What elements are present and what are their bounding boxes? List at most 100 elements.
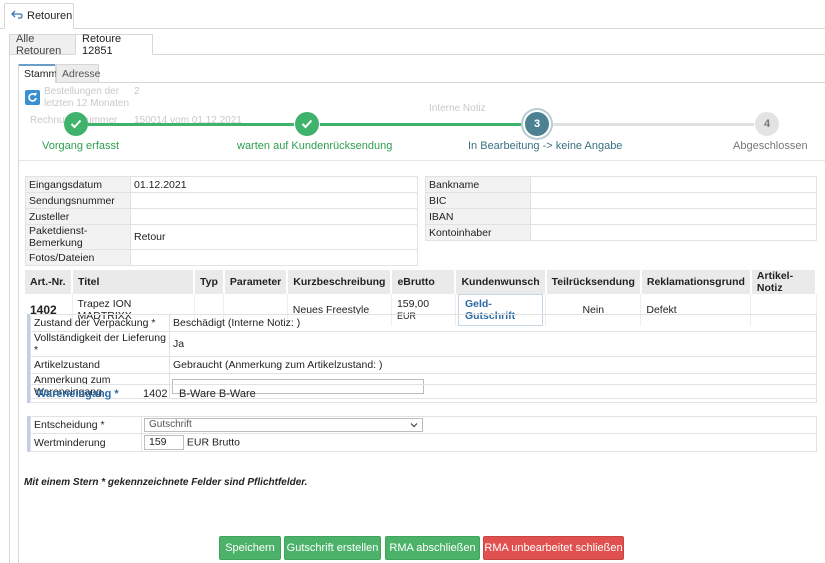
col-artikel-notiz: Artikel-Notiz: [750, 270, 818, 294]
step-2-check-icon: [295, 112, 319, 136]
info-row: BIC: [425, 192, 817, 209]
artikelzustand-label: Artikelzustand: [30, 356, 170, 374]
col-kurzbeschreibung: Kurzbeschreibung: [287, 270, 393, 294]
wertminderung-label: Wertminderung: [30, 433, 142, 452]
info-row: Bankname: [425, 176, 817, 193]
info-value: Retour: [130, 224, 418, 250]
ghost-orders-label: Bestellungen der: [44, 86, 120, 97]
refresh-icon[interactable]: [25, 90, 40, 105]
entscheidung-cell: Gutschrift: [141, 416, 817, 434]
info-label: Eingangsdatum: [25, 176, 131, 193]
lieferung-value: Ja: [169, 331, 817, 357]
info-label: Kontoinhaber: [425, 224, 531, 241]
col-art-nr: Art.-Nr.: [25, 270, 73, 294]
info-label: Fotos/Dateien: [25, 249, 131, 266]
info-row: Fotos/Dateien: [25, 249, 418, 266]
step-3-indicator: 3: [525, 112, 549, 136]
step-2-label: warten auf Kundenrücksendung: [237, 140, 393, 152]
info-value: [530, 224, 817, 241]
col-typ: Typ: [194, 270, 225, 294]
info-value: [130, 208, 418, 225]
save-button[interactable]: Speichern: [219, 536, 281, 560]
ghost-months-label: letzten 12 Monaten: [44, 98, 130, 109]
col-teilruecksendung: Teilrücksendung: [545, 270, 642, 294]
verpackung-label: Zustand der Verpackung *: [30, 314, 170, 332]
entscheidung-label: Entscheidung *: [30, 416, 142, 434]
lieferung-label: Vollständigkeit der Lieferung *: [30, 331, 170, 357]
info-row: Paketdienst-Bemerkung Retour: [25, 224, 418, 250]
info-row: IBAN: [425, 208, 817, 225]
tab-retouren[interactable]: Retouren: [4, 3, 74, 29]
col-reklamationsgrund: Reklamationsgrund: [640, 270, 752, 294]
bank-info-table: Bankname BIC IBAN Kontoinhaber: [425, 176, 817, 241]
tab-retoure-12851[interactable]: Retoure 12851: [75, 32, 153, 57]
info-value: 01.12.2021: [130, 176, 418, 193]
close-rma-button[interactable]: RMA abschließen: [385, 536, 480, 560]
info-row: Eingangsdatum 01.12.2021: [25, 176, 418, 193]
step-1-check-icon: [64, 112, 88, 136]
detail-row: Artikelzustand Gebraucht (Anmerkung zum A…: [30, 356, 817, 374]
ghost-note-label: Interne Notiz: [429, 103, 486, 114]
step-connector-2: [320, 123, 524, 126]
step-connector-3: [550, 123, 754, 126]
wertminderung-input[interactable]: 159: [144, 435, 184, 450]
wareneingang-value: B-Ware B-Ware: [179, 387, 256, 400]
info-row: Kontoinhaber: [425, 224, 817, 241]
col-titel: Titel: [72, 270, 195, 294]
required-fields-hint: Mit einem Stern * gekennzeichnete Felder…: [24, 477, 308, 488]
wertminderung-cell: 159 EUR Brutto: [141, 433, 817, 452]
tab-adresse-label: Adresse: [62, 67, 101, 80]
detail-row: Entscheidung * Gutschrift: [30, 416, 817, 434]
top-tab-divider: [0, 28, 825, 29]
info-value: [530, 176, 817, 193]
artikelzustand-value: Gebraucht (Anmerkung zum Artikelzustand:…: [169, 356, 817, 374]
chevron-down-icon: [410, 419, 418, 435]
condition-details: Zustand der Verpackung * Beschädigt (Inte…: [27, 314, 817, 403]
wareneingang-nr: 1402: [143, 387, 168, 400]
stepper-divider: [19, 160, 825, 161]
wareneingang-row: Wareneingang * 1402 B-Ware B-Ware: [30, 384, 817, 403]
info-row: Sendungsnummer: [25, 192, 418, 209]
decision-table: Entscheidung * Gutschrift Wertminderung …: [30, 416, 817, 452]
verpackung-value: Beschädigt (Interne Notiz: ): [169, 314, 817, 332]
receipt-info-table: Eingangsdatum 01.12.2021 Sendungsnummer Z…: [25, 176, 418, 266]
tab-retoure-label: Retoure 12851: [82, 32, 122, 57]
step-4-indicator: 4: [755, 112, 779, 136]
info-label: Paketdienst-Bemerkung: [25, 224, 131, 250]
entscheidung-select[interactable]: Gutschrift: [144, 418, 423, 432]
close-rma-unprocessed-button[interactable]: RMA unbearbeitet schließen: [483, 536, 624, 560]
step-3-label: In Bearbeitung -> keine Angabe: [468, 140, 623, 152]
info-label: BIC: [425, 192, 531, 209]
sub-frame-border: [18, 83, 19, 563]
info-label: Zusteller: [25, 208, 131, 225]
tab-adresse[interactable]: Adresse: [56, 64, 101, 83]
col-kundenwunsch: Kundenwunsch: [455, 270, 547, 294]
col-parameter: Parameter: [223, 270, 289, 294]
step-connector-1: [88, 123, 294, 126]
detail-row: Zustand der Verpackung * Beschädigt (Inte…: [30, 314, 817, 332]
tab-alle-retouren-label: Alle Retouren: [16, 32, 62, 57]
info-value: [130, 249, 418, 266]
ebrutto-value: 159,00: [396, 298, 430, 310]
info-row: Zusteller: [25, 208, 418, 225]
ghost-orders-value: 2: [134, 86, 140, 97]
tab-stamm-label: Stamm: [24, 67, 58, 80]
tab-retouren-label: Retouren: [27, 10, 73, 22]
detail-row: Wertminderung 159 EUR Brutto: [30, 433, 817, 452]
info-label: IBAN: [425, 208, 531, 225]
wertminderung-unit: EUR Brutto: [186, 436, 241, 449]
tab-alle-retouren[interactable]: Alle Retouren: [9, 32, 76, 57]
create-credit-button[interactable]: Gutschrift erstellen: [284, 536, 381, 560]
info-value: [530, 192, 817, 209]
tab-stamm[interactable]: Stamm: [18, 64, 58, 83]
decision-block: Entscheidung * Gutschrift Wertminderung …: [27, 416, 817, 452]
step-4-label: Abgeschlossen: [733, 140, 808, 152]
detail-row: Vollständigkeit der Lieferung * Ja: [30, 331, 817, 357]
info-value: [130, 192, 418, 209]
wareneingang-label[interactable]: Wareneingang *: [31, 388, 143, 400]
info-value: [530, 208, 817, 225]
info-label: Sendungsnummer: [25, 192, 131, 209]
col-ebrutto: eBrutto: [391, 270, 457, 294]
info-label: Bankname: [425, 176, 531, 193]
step-1-label: Vorgang erfasst: [42, 140, 120, 152]
